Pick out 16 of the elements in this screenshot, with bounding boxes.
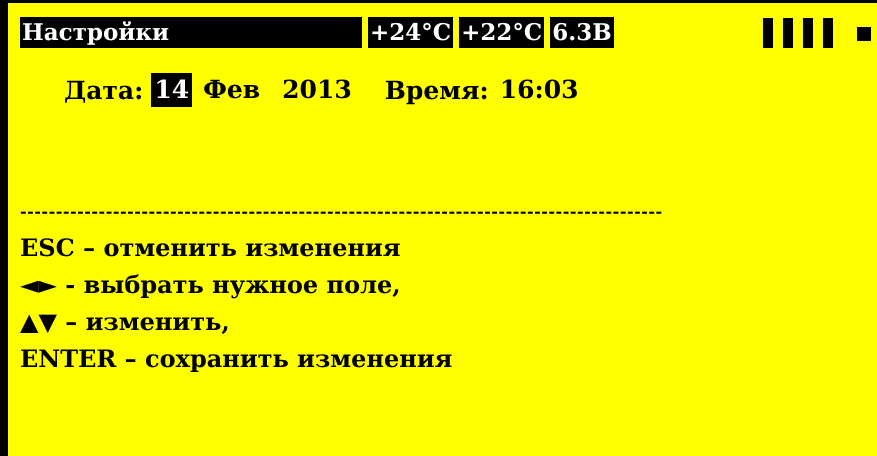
help-line: ◄► - выбрать нужное поле, xyxy=(20,269,402,301)
time-label: Время: xyxy=(384,76,489,104)
date-field[interactable]: 14 xyxy=(151,73,192,107)
help-line: ENTER – сохранить изменения xyxy=(20,343,454,375)
date-field[interactable]: Фев xyxy=(200,73,264,107)
time-field[interactable]: 16:03 xyxy=(496,73,582,107)
status-reading: +22°C xyxy=(459,17,544,48)
signal-bars-icon xyxy=(763,18,873,48)
date-field[interactable]: 2013 xyxy=(279,73,355,107)
help-line: ESC – отменить изменения xyxy=(20,232,402,264)
status-reading: 6.3В xyxy=(550,17,614,48)
help-line: ▲▼ – изменить, xyxy=(20,306,231,338)
date-label: Дата: xyxy=(64,76,144,104)
status-reading: +24°C xyxy=(368,17,454,48)
screen-title: Настройки xyxy=(20,17,362,48)
dashed-separator: ------------------------------------------------------------------------------------------ xyxy=(19,203,664,221)
